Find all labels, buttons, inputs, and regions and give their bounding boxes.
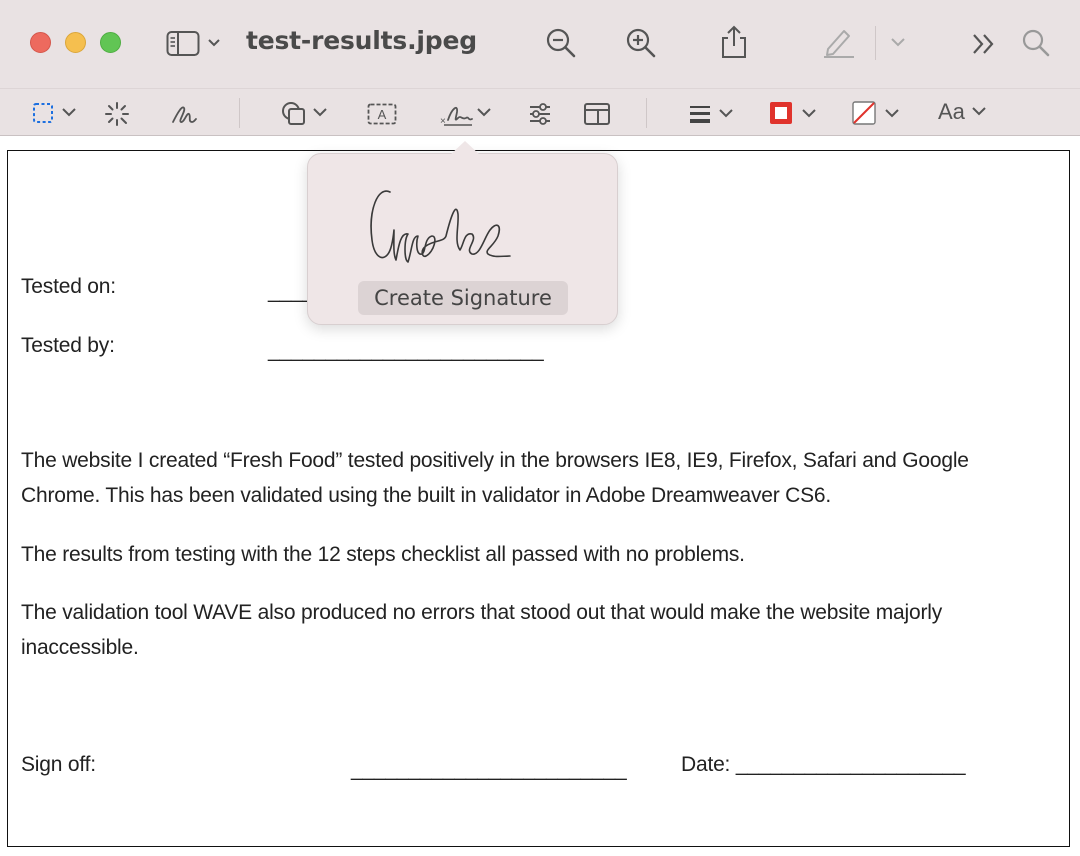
tested-by-label: Tested by: bbox=[21, 334, 115, 357]
zoom-in-icon[interactable] bbox=[625, 27, 657, 59]
markup-pen-icon[interactable] bbox=[822, 25, 856, 59]
create-signature-button[interactable]: Create Signature bbox=[358, 281, 568, 315]
sign-off-line: ________________________ bbox=[351, 758, 627, 781]
text-box-icon[interactable]: A bbox=[367, 103, 397, 125]
chevron-down-icon[interactable] bbox=[971, 105, 987, 117]
border-color-icon[interactable] bbox=[768, 100, 820, 126]
paragraph-browsers: The website I created “Fresh Food” teste… bbox=[21, 449, 969, 507]
tested-on-label: Tested on: bbox=[21, 275, 116, 298]
adjust-color-icon[interactable] bbox=[528, 102, 552, 126]
paragraph-checklist: The results from testing with the 12 ste… bbox=[21, 543, 745, 566]
svg-text:A: A bbox=[378, 107, 387, 122]
toolbar-divider bbox=[0, 88, 1080, 89]
share-icon[interactable] bbox=[720, 24, 748, 60]
zoom-button[interactable] bbox=[100, 32, 121, 53]
sign-off-label: Sign off: bbox=[21, 753, 96, 776]
date-field: Date: ____________________ bbox=[681, 753, 966, 776]
sketch-icon[interactable] bbox=[170, 100, 198, 128]
text-style-button[interactable]: Aa bbox=[938, 99, 965, 125]
toolbar-separator bbox=[875, 26, 876, 60]
more-icon[interactable] bbox=[970, 32, 998, 56]
page-layout-icon[interactable] bbox=[583, 102, 611, 126]
tested-by-line: ________________________ bbox=[268, 339, 544, 362]
shapes-icon[interactable] bbox=[280, 100, 330, 128]
toolbar-separator bbox=[646, 98, 647, 128]
popover-arrow bbox=[450, 141, 480, 155]
fill-color-icon[interactable] bbox=[851, 100, 903, 126]
line-style-icon[interactable] bbox=[689, 101, 735, 127]
chevron-down-icon[interactable] bbox=[890, 36, 906, 48]
zoom-out-icon[interactable] bbox=[545, 27, 577, 59]
toolbar-separator bbox=[239, 98, 240, 128]
signature-sample[interactable] bbox=[360, 180, 520, 275]
title-bar bbox=[0, 0, 1080, 88]
sidebar-icon[interactable] bbox=[166, 30, 224, 58]
window-title: test-results.jpeg bbox=[246, 26, 477, 55]
close-button[interactable] bbox=[30, 32, 51, 53]
signature-icon[interactable]: × bbox=[440, 100, 492, 128]
instant-alpha-icon[interactable] bbox=[104, 101, 130, 127]
rect-select-icon[interactable] bbox=[32, 101, 80, 125]
minimize-button[interactable] bbox=[65, 32, 86, 53]
search-icon[interactable] bbox=[1021, 28, 1051, 58]
paragraph-wave: The validation tool WAVE also produced n… bbox=[21, 601, 943, 659]
